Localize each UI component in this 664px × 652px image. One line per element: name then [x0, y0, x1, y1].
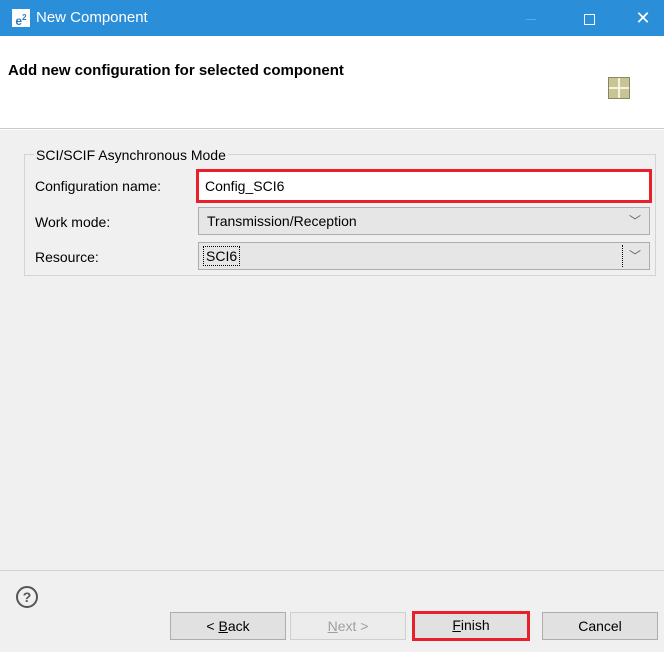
title-bar: e2 New Component ✕ — [0, 0, 664, 36]
work-mode-value: Transmission/Reception — [207, 213, 357, 229]
config-name-field-wrapper — [196, 169, 652, 203]
group-legend: SCI/SCIF Asynchronous Mode — [34, 147, 228, 163]
config-name-label: Configuration name: — [35, 178, 162, 194]
finish-button[interactable]: Finish — [412, 611, 530, 641]
component-grid-icon — [608, 77, 630, 99]
app-logo-icon: e2 — [12, 9, 30, 28]
maximize-icon — [583, 13, 595, 25]
resource-select[interactable]: SCI6 ﹀ — [198, 242, 650, 270]
cancel-button[interactable]: Cancel — [542, 612, 658, 640]
maximize-button[interactable] — [566, 0, 612, 36]
work-mode-select[interactable]: Transmission/Reception ﹀ — [198, 207, 650, 235]
minimize-icon — [526, 18, 536, 20]
minimize-button[interactable] — [508, 0, 554, 36]
button-bar: ? < Back Next > Finish Cancel — [0, 570, 664, 652]
help-icon[interactable]: ? — [16, 586, 38, 608]
window-title: New Component — [36, 9, 148, 26]
back-button[interactable]: < Back — [170, 612, 286, 640]
close-button[interactable]: ✕ — [620, 0, 664, 36]
header-title: Add new configuration for selected compo… — [8, 62, 344, 79]
chevron-down-icon: ﹀ — [628, 249, 641, 263]
chevron-down-icon: ﹀ — [628, 214, 641, 228]
config-name-input[interactable] — [199, 172, 649, 200]
resource-value: SCI6 — [203, 246, 241, 266]
next-button[interactable]: Next > — [290, 612, 406, 640]
dialog-body: SCI/SCIF Asynchronous Mode Configuration… — [0, 130, 664, 570]
work-mode-label: Work mode: — [35, 214, 111, 230]
resource-label: Resource: — [35, 249, 99, 265]
dialog-header: Add new configuration for selected compo… — [0, 36, 664, 129]
close-icon: ✕ — [635, 8, 651, 28]
